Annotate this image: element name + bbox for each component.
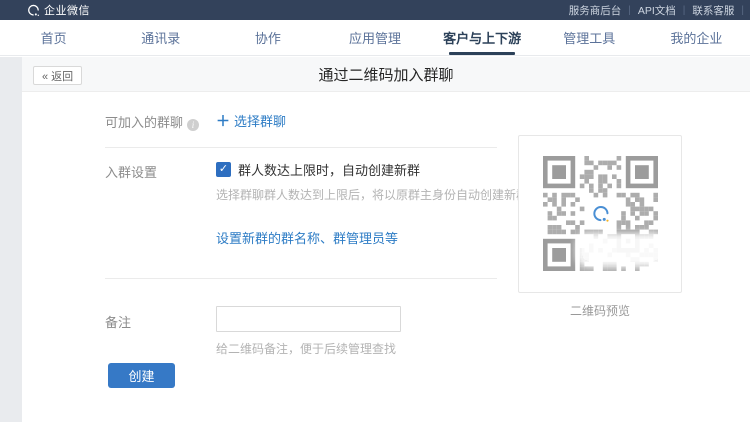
separator: | [683, 5, 686, 16]
nav-tab-contacts[interactable]: 通讯录 [107, 20, 214, 55]
privacy-blur [582, 239, 660, 261]
nav-tab-label: 管理工具 [563, 28, 615, 47]
nav-tab-label: 协作 [255, 28, 281, 47]
topbar-link-provider-console[interactable]: 服务商后台 [569, 3, 622, 18]
topbar-link-api-docs[interactable]: API文档 [638, 3, 676, 18]
nav-tab-app-management[interactable]: 应用管理 [321, 20, 428, 55]
divider [105, 147, 497, 148]
join-settings-label: 入群设置 [105, 162, 157, 181]
wework-logo[interactable]: 企业微信 [27, 2, 90, 18]
info-icon[interactable]: i [187, 119, 199, 131]
nav-tab-my-company[interactable]: 我的企业 [643, 20, 750, 55]
joinable-group-label-text: 可加入的群聊 [105, 115, 183, 130]
checkbox-checked-icon[interactable]: ✓ [216, 162, 231, 177]
joinable-group-label: 可加入的群聊 i [105, 112, 199, 131]
nav-tab-label: 客户与上下游 [443, 28, 521, 47]
plus-icon: ＋ [216, 113, 230, 129]
nav-tab-admin-tools[interactable]: 管理工具 [536, 20, 643, 55]
nav-tab-label: 首页 [41, 28, 67, 47]
back-button[interactable]: « 返回 [33, 66, 82, 85]
nav-tab-label: 通讯录 [141, 28, 180, 47]
remark-label: 备注 [105, 312, 131, 331]
nav-tab-home[interactable]: 首页 [0, 20, 107, 55]
qr-preview-box [518, 135, 682, 293]
app-title: 企业微信 [44, 2, 90, 18]
left-gutter [0, 57, 22, 422]
chat-bubble-icon [592, 205, 610, 223]
join-settings-helper: 选择群聊群人数达到上限后，将以原群主身份自动创建新群 [216, 186, 528, 203]
nav-tab-collaboration[interactable]: 协作 [214, 20, 321, 55]
qr-code [543, 156, 658, 271]
page: 企业微信 服务商后台 | API文档 | 联系客服 | 首页 通讯录 协作 应用… [0, 0, 750, 422]
divider [105, 278, 497, 279]
select-group-link[interactable]: ＋ 选择群聊 [216, 111, 286, 131]
nav-tab-label: 我的企业 [670, 28, 722, 47]
select-group-label: 选择群聊 [234, 114, 286, 129]
auto-create-group-checkbox-row[interactable]: ✓ 群人数达上限时，自动创建新群 [216, 160, 420, 179]
create-button[interactable]: 创建 [108, 363, 175, 388]
main-nav: 首页 通讯录 协作 应用管理 客户与上下游 管理工具 我的企业 [0, 20, 750, 56]
topbar-link-contact-support[interactable]: 联系客服 [692, 3, 734, 18]
new-group-settings-link[interactable]: 设置新群的群名称、群管理员等 [216, 228, 398, 247]
chat-bubble-icon [27, 4, 40, 17]
nav-tab-customers[interactable]: 客户与上下游 [429, 20, 536, 55]
qr-center-logo [588, 201, 614, 227]
separator: | [741, 5, 744, 16]
auto-create-group-label: 群人数达上限时，自动创建新群 [238, 160, 420, 179]
qr-caption: 二维码预览 [518, 302, 682, 319]
top-bar: 企业微信 服务商后台 | API文档 | 联系客服 | [0, 0, 750, 20]
active-tab-underline [449, 52, 515, 55]
remark-input[interactable] [216, 306, 401, 332]
nav-tab-label: 应用管理 [349, 28, 401, 47]
topbar-links: 服务商后台 | API文档 | 联系客服 | [569, 0, 744, 20]
page-title: 通过二维码加入群聊 [22, 57, 750, 92]
separator: | [628, 5, 631, 16]
remark-helper: 给二维码备注，便于后续管理查找 [216, 340, 396, 357]
page-header: 通过二维码加入群聊 « 返回 [22, 57, 750, 92]
